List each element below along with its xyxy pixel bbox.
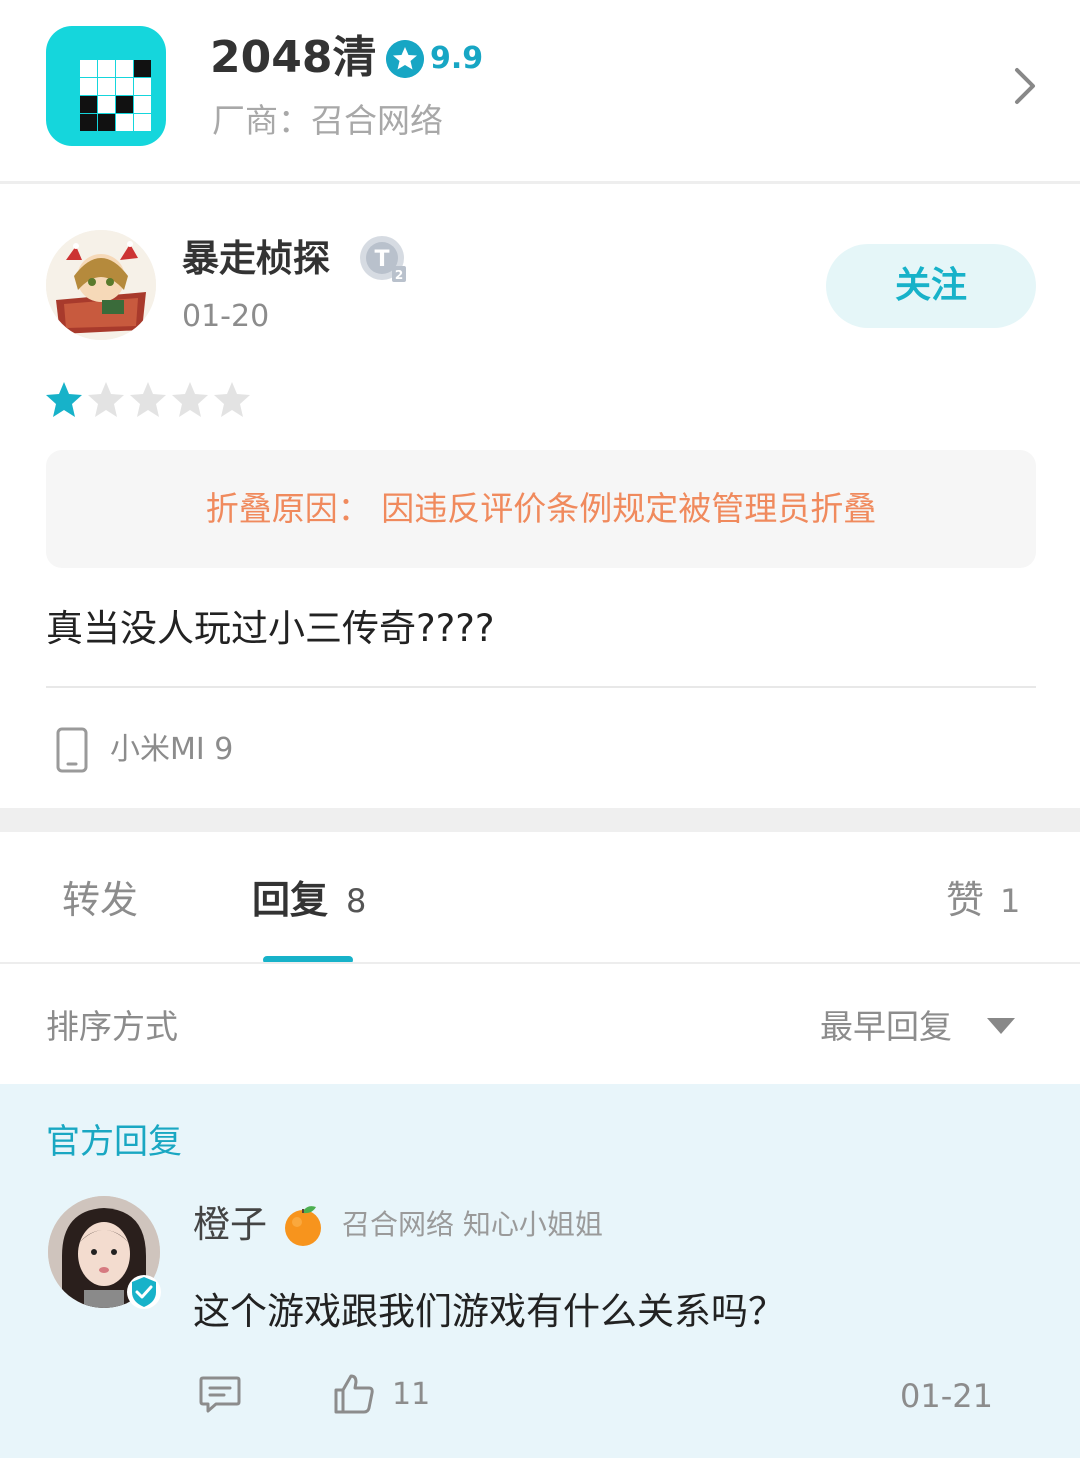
tile: [134, 60, 151, 77]
tile: [116, 60, 133, 77]
app-icon[interactable]: [46, 26, 166, 146]
star-empty-icon: [214, 382, 250, 417]
tile: [98, 60, 115, 77]
official-reply-title: 官方回复: [46, 1122, 182, 1162]
sort-dropdown[interactable]: 最早回复: [820, 1004, 952, 1050]
app-title: 2048清: [210, 32, 377, 83]
chevron-right-icon[interactable]: [1005, 66, 1041, 106]
fold-notice: 折叠原因： 因违反评价条例规定被管理员折叠: [46, 450, 1036, 568]
reply-like-count: 11: [392, 1377, 431, 1412]
replier-name[interactable]: 橙子: [193, 1198, 267, 1252]
phone-icon: [56, 727, 88, 773]
tile: [80, 60, 97, 77]
thumbs-up-icon[interactable]: [332, 1372, 376, 1416]
star-filled-icon: [46, 382, 82, 417]
reply-text: 这个游戏跟我们游戏有什么关系吗？: [193, 1290, 785, 1333]
star-empty-icon: [88, 382, 124, 417]
tile: [98, 78, 115, 95]
tile: [98, 96, 115, 113]
tile: [80, 114, 97, 131]
review-text: 真当没人玩过小三传奇????: [46, 607, 495, 650]
tab-forward[interactable]: 转发: [62, 872, 138, 928]
star-empty-icon: [172, 382, 208, 417]
level-badge-icon: T 2: [360, 236, 406, 282]
divider: [0, 962, 1080, 964]
author-name[interactable]: 暴走桢探: [182, 232, 330, 286]
tile: [116, 78, 133, 95]
device-label: 小米MI 9: [110, 732, 234, 767]
sort-label: 排序方式: [46, 1007, 178, 1046]
tile: [80, 96, 97, 113]
verified-badge-icon: [127, 1275, 161, 1309]
rating-star-icon: [386, 40, 424, 78]
svg-text:T: T: [374, 247, 389, 272]
follow-button[interactable]: 关注: [826, 244, 1036, 328]
app-header[interactable]: 2048清 9.9 厂商：召合网络: [0, 0, 1080, 184]
section-separator: [0, 808, 1080, 832]
app-rating: 9.9: [430, 41, 484, 76]
reply-date: 01-21: [900, 1377, 993, 1415]
app-vendor: 厂商：召合网络: [212, 101, 443, 140]
tile: [134, 78, 151, 95]
tile: [80, 78, 97, 95]
replier-role: 召合网络 知心小姐姐: [342, 1208, 603, 1241]
star-empty-icon: [130, 382, 166, 417]
author-avatar[interactable]: [46, 230, 156, 340]
tile: [116, 96, 133, 113]
author-avatar-image: [46, 230, 156, 340]
tab-like[interactable]: 赞: [946, 872, 984, 928]
svg-text:2: 2: [395, 268, 403, 282]
tile: [98, 114, 115, 131]
tile: [116, 114, 133, 131]
review-date: 01-20: [182, 299, 270, 334]
comment-icon[interactable]: [198, 1372, 242, 1416]
tab-reply-count: 8: [346, 882, 367, 920]
tab-like-count: 1: [1000, 882, 1021, 920]
tile: [134, 114, 151, 131]
tile: [134, 96, 151, 113]
caret-down-icon[interactable]: [985, 1016, 1017, 1036]
tab-reply[interactable]: 回复: [252, 872, 328, 928]
divider: [46, 686, 1036, 688]
orange-icon: [285, 1206, 321, 1246]
